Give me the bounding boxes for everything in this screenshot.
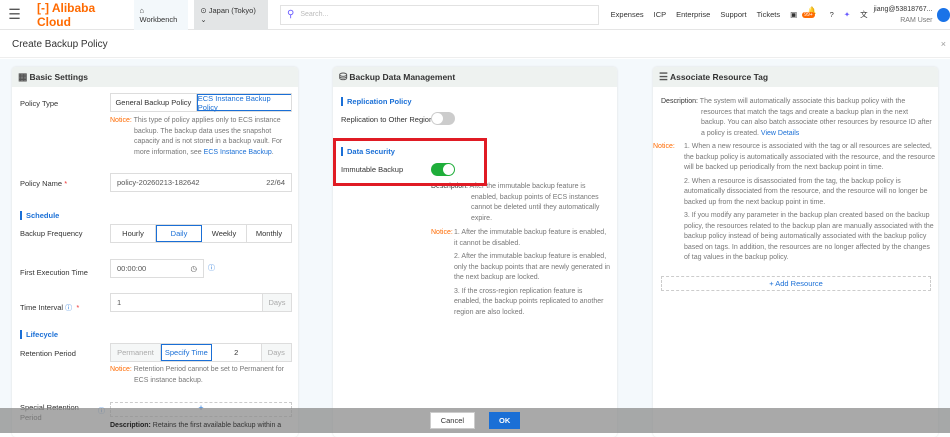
retention-unit: Days [262,344,291,361]
panel-title: Backup Data Management [349,72,455,82]
retention-permanent-option[interactable]: Permanent [111,344,161,361]
clock-icon: ◷ [190,264,197,273]
drawer-header: Create Backup Policy × [0,31,950,58]
ecs-instance-backup-policy-option[interactable]: ECS Instance Backup Policy [197,94,291,111]
replication-policy-section-title: Replication Policy [341,97,412,106]
workbench-label: Workbench [140,15,178,24]
search-input[interactable]: ⚲ Search... [280,5,599,25]
add-resource-button[interactable]: + Add Resource [661,276,931,291]
associate-resource-tag-panel: ☰Associate Resource Tag Description: The… [653,67,938,437]
panel-title: Associate Resource Tag [670,72,768,82]
alibaba-cloud-logo[interactable]: [-] Alibaba Cloud [37,1,132,29]
panel-title: Basic Settings [29,72,88,82]
frequency-monthly[interactable]: Monthly [247,225,291,242]
tag-description: The system will automatically associate … [700,98,932,137]
ok-button[interactable]: OK [489,412,520,429]
frequency-hourly[interactable]: Hourly [111,225,156,242]
backup-data-management-panel: ⛁Backup Data Management Replication Poli… [333,67,617,437]
database-icon: ⛁ [339,72,347,83]
basic-settings-panel: ▦Basic Settings Policy Type General Back… [12,67,298,437]
help-icon[interactable]: ⓘ [65,305,72,312]
user-role: RAM User [874,15,933,26]
immutable-description: After the immutable backup feature is en… [470,183,600,222]
frequency-weekly[interactable]: Weekly [202,225,247,242]
notification-badge: 99+ [802,12,814,18]
backup-frequency-selector: Hourly Daily Weekly Monthly [110,224,292,243]
time-interval-input[interactable]: 1 Days [110,293,292,312]
view-details-link[interactable]: View Details [761,130,799,137]
retention-period-selector: Permanent Specify Time 2 Days [110,343,292,362]
nav-icp[interactable]: ICP [654,10,667,19]
settings-grid-icon: ▦ [18,72,27,83]
search-icon: ⚲ [287,9,294,20]
notice-label: Notice: [653,142,675,153]
backup-frequency-label: Backup Frequency [20,229,83,238]
page-title: Create Backup Policy [12,39,108,50]
notice-item: 2. After the immutable backup feature is… [454,252,611,284]
policy-type-selector: General Backup Policy ECS Instance Backu… [110,93,292,112]
region-label: Japan (Tokyo) [209,6,256,15]
policy-name-input[interactable]: policy-20260213-182642 22/64 [110,173,292,192]
special-retention-description-block: Description: Retains the first available… [110,421,292,432]
ai-assistant-icon[interactable]: ✦ [844,10,850,19]
hamburger-menu-icon[interactable]: ☰ [0,6,29,23]
time-interval-unit: Days [262,294,291,311]
nav-expenses[interactable]: Expenses [611,10,644,19]
notice-label: Notice: [110,117,132,124]
nav-enterprise[interactable]: Enterprise [676,10,710,19]
notice-item: 1. When a new resource is associated wit… [684,142,935,174]
user-menu[interactable]: jiang@53818767...RAM User [874,4,933,26]
description-label: Description: [661,98,698,105]
retention-specify-time-option[interactable]: Specify Time [161,344,212,361]
user-name: jiang@53818767... [874,4,933,15]
region-selector[interactable]: ⊙ Japan (Tokyo) ⌄ [194,0,268,30]
replication-toggle[interactable] [431,112,455,125]
nav-tickets[interactable]: Tickets [757,10,780,19]
notice-label: Notice: [110,366,132,373]
time-interval-value: 1 [117,298,121,307]
policy-name-value: policy-20260213-182642 [117,178,200,187]
general-backup-policy-option[interactable]: General Backup Policy [111,94,197,111]
nav-support[interactable]: Support [720,10,746,19]
help-icon[interactable]: ⓘ [208,263,215,273]
drawer-content: ▦Basic Settings Policy Type General Back… [0,59,950,433]
time-interval-label: Time Interval [20,303,63,312]
avatar[interactable] [937,8,950,22]
notice-item: 1. After the immutable backup feature is… [454,228,611,249]
notice-label: Notice: [431,228,453,239]
language-icon[interactable]: 文 [860,9,868,20]
retention-value-input[interactable]: 2 [212,344,262,361]
first-execution-time-picker[interactable]: 00:00:00 ◷ [110,259,204,278]
lifecycle-section-title: Lifecycle [20,330,58,339]
frequency-daily[interactable]: Daily [156,225,202,242]
close-icon[interactable]: × [941,39,946,49]
notice-item: 2. When a resource is disassociated from… [684,177,935,209]
search-placeholder: Search... [300,11,328,18]
notice-item: 3. If you modify any parameter in the ba… [684,211,935,264]
first-execution-time-value: 00:00:00 [117,264,146,273]
schedule-section-title: Schedule [20,211,59,220]
retention-period-label: Retention Period [20,349,76,358]
policy-name-label: Policy Name [20,179,62,188]
logo-text: Alibaba Cloud [37,1,95,29]
replication-label: Replication to Other Region [341,115,433,124]
top-navigation-bar: ☰ [-] Alibaba Cloud ⌂ Workbench ⊙ Japan … [0,0,950,30]
notice-item: 3. If the cross-region replication featu… [454,287,611,319]
server-stack-icon: ☰ [659,72,668,83]
help-icon[interactable]: ? [830,10,834,19]
workbench-button[interactable]: ⌂ Workbench [134,0,189,30]
bell-icon[interactable]: 🔔99+ [807,6,819,24]
first-execution-time-label: First Execution Time [20,268,88,277]
terminal-icon[interactable]: ▣ [790,10,797,19]
char-count: 22/64 [266,178,285,187]
special-retention-description: Retains the first available backup withi… [153,422,281,429]
retention-notice: Retention Period cannot be set to Perman… [134,366,284,384]
ecs-instance-backup-link[interactable]: ECS Instance Backup [204,149,272,156]
cancel-button[interactable]: Cancel [430,412,475,429]
highlight-box [333,138,487,186]
policy-type-label: Policy Type [20,99,58,108]
description-label: Description: [110,422,151,429]
